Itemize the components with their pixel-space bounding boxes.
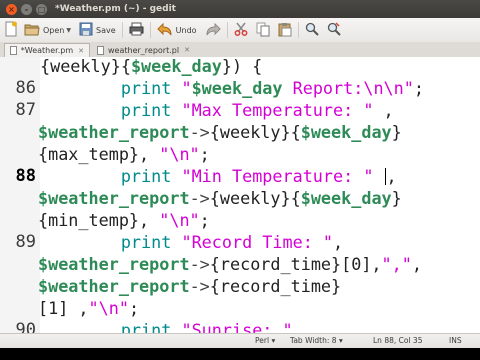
code-line: $weather_report->{weekly}{$week_day}	[38, 122, 402, 142]
text-editor[interactable]: 86 87 88 89 90 {weekly}{$week_day}) { pr…	[0, 57, 480, 333]
line-number-current: 88	[15, 166, 36, 186]
minimize-window-button[interactable]: –	[21, 3, 32, 15]
code-line: print "Sunrise: " ,	[120, 320, 313, 333]
toolbar-separator	[226, 22, 228, 38]
new-document-button[interactable]	[4, 20, 18, 40]
chevron-down-icon: ▾	[271, 336, 276, 345]
line-number-gutter	[0, 57, 40, 333]
search-icon	[305, 22, 319, 38]
close-window-button[interactable]: ×	[6, 3, 17, 15]
paste-button[interactable]	[278, 20, 292, 40]
cut-button[interactable]	[234, 20, 248, 40]
gedit-window: × – □ *Weather.pm (~) - gedit Open ▼ Sav…	[0, 0, 480, 348]
replace-icon	[327, 22, 341, 38]
code-line: print "$week_day Report:\n\n";	[120, 78, 424, 98]
open-label: Open	[43, 25, 65, 35]
code-line: $weather_report->{record_time}[0],",",	[38, 254, 422, 274]
cursor-position: Ln 88, Col 35	[373, 336, 423, 345]
line-number: 89	[15, 232, 36, 252]
copy-button[interactable]	[256, 20, 270, 40]
search-button[interactable]	[305, 20, 319, 40]
print-icon	[129, 22, 144, 38]
close-tab-icon[interactable]: ✕	[184, 46, 190, 54]
toolbar-separator	[297, 22, 299, 38]
line-number: 86	[15, 78, 36, 98]
tab-width-selector[interactable]: Tab Width: 8 ▾	[290, 336, 343, 345]
tab-width-label: Tab Width: 8	[290, 336, 337, 345]
maximize-window-button[interactable]: □	[36, 3, 47, 15]
insert-mode: INS	[449, 336, 462, 345]
redo-icon	[205, 22, 221, 38]
code-line: print "Max Temperature: " ,	[120, 100, 394, 120]
line-number: 87	[15, 100, 36, 120]
screen-border	[0, 348, 480, 360]
text-cursor	[384, 168, 386, 185]
code-line: print "Record Time: ",	[120, 232, 344, 252]
toolbar: Open ▼ Save Undo	[0, 18, 480, 43]
line-number: 90	[15, 320, 36, 333]
status-bar: Perl ▾ Tab Width: 8 ▾ Ln 88, Col 35 INS	[0, 333, 480, 348]
replace-button[interactable]	[327, 20, 341, 40]
window-title: *Weather.pm (~) - gedit	[55, 4, 176, 14]
document-icon	[97, 45, 104, 55]
print-button[interactable]	[129, 20, 144, 40]
save-icon	[79, 22, 93, 38]
code-line: $weather_report->{record_time}	[38, 276, 342, 296]
redo-button[interactable]	[205, 20, 221, 40]
tab-label: weather_report.pl	[108, 45, 180, 55]
code-line: {weekly}{$week_day}) {	[40, 57, 263, 76]
language-selector[interactable]: Perl ▾	[255, 336, 275, 345]
paste-icon	[278, 22, 292, 39]
title-bar: × – □ *Weather.pm (~) - gedit	[0, 0, 480, 18]
language-label: Perl	[255, 336, 270, 345]
toolbar-separator	[149, 22, 151, 38]
cut-icon	[234, 22, 248, 38]
code-line: {max_temp}, "\n";	[38, 144, 210, 164]
open-folder-icon	[24, 22, 40, 38]
undo-icon	[156, 22, 173, 38]
document-icon	[10, 46, 17, 55]
new-document-icon	[4, 21, 18, 39]
open-dropdown-icon[interactable]: ▼	[66, 27, 71, 34]
tab-weather-report-pl[interactable]: weather_report.pl ✕	[92, 43, 204, 57]
close-tab-icon[interactable]: ✕	[78, 47, 84, 55]
chevron-down-icon: ▾	[338, 336, 343, 345]
undo-label: Undo	[175, 25, 197, 35]
code-line: $weather_report->{weekly}{$week_day}	[38, 188, 402, 208]
code-line: {min_temp}, "\n";	[38, 210, 210, 230]
code-line-current: print "Min Temperature: " ,	[120, 166, 397, 186]
undo-button[interactable]: Undo	[156, 20, 197, 40]
open-button[interactable]: Open ▼	[24, 20, 71, 40]
save-label: Save	[96, 25, 116, 35]
code-line: [1] ,"\n";	[38, 298, 140, 318]
tab-label: *Weather.pm	[20, 46, 74, 55]
toolbar-separator	[121, 22, 123, 38]
save-button[interactable]: Save	[79, 20, 116, 40]
copy-icon	[256, 22, 270, 39]
document-tabs: *Weather.pm ✕ weather_report.pl ✕	[0, 42, 480, 58]
tab-weather-pm[interactable]: *Weather.pm ✕	[4, 43, 90, 57]
